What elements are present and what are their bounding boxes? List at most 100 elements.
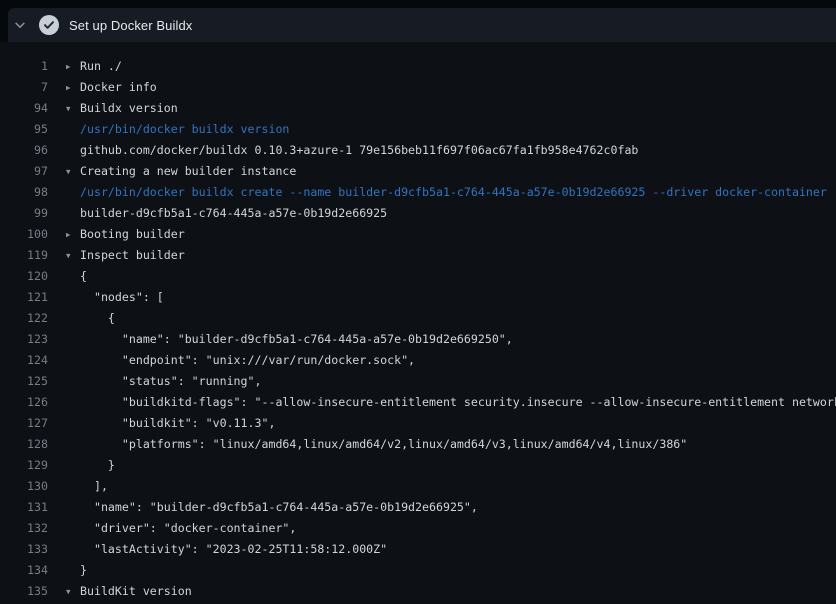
line-content: {	[48, 266, 836, 287]
log-output-row: 124 "endpoint": "unix:///var/run/docker.…	[0, 350, 836, 371]
log-group-row[interactable]: 94▼Buildx version	[0, 98, 836, 119]
command-text: /usr/bin/docker buildx version	[80, 119, 289, 140]
line-number[interactable]: 121	[0, 287, 48, 308]
line-content: "driver": "docker-container",	[48, 518, 836, 539]
group-title: Booting builder	[80, 224, 185, 245]
output-text: {	[80, 308, 115, 329]
line-content: "status": "running",	[48, 371, 836, 392]
output-text: "nodes": [	[80, 287, 164, 308]
output-text: "buildkit": "v0.11.3",	[80, 413, 275, 434]
line-number[interactable]: 130	[0, 476, 48, 497]
log-output-row: 129 }	[0, 455, 836, 476]
line-content: ▶Docker info	[48, 77, 836, 98]
line-content: ▼BuildKit version	[48, 581, 836, 602]
line-content: "nodes": [	[48, 287, 836, 308]
log-output-row: 120{	[0, 266, 836, 287]
line-number[interactable]: 129	[0, 455, 48, 476]
triangle-right-icon[interactable]: ▶	[66, 77, 80, 98]
line-number[interactable]: 126	[0, 392, 48, 413]
triangle-down-icon[interactable]: ▼	[66, 98, 80, 119]
log-output-row: 99 builder-d9cfb5a1-c764-445a-a57e-0b19d2…	[0, 203, 836, 224]
line-content: {	[48, 308, 836, 329]
output-text: ],	[80, 476, 108, 497]
triangle-down-icon[interactable]: ▼	[66, 581, 80, 602]
line-content: "name": "builder-d9cfb5a1-c764-445a-a57e…	[48, 497, 836, 518]
log-output-row: 127 "buildkit": "v0.11.3",	[0, 413, 836, 434]
log-output-row: 96 github.com/docker/buildx 0.10.3+azure-…	[0, 140, 836, 161]
log-output-row: 95/usr/bin/docker buildx version	[0, 119, 836, 140]
triangle-down-icon[interactable]: ▼	[66, 161, 80, 182]
line-content: "name": "builder-d9cfb5a1-c764-445a-a57e…	[48, 329, 836, 350]
output-text: "buildkitd-flags": "--allow-insecure-ent…	[80, 392, 836, 413]
line-number[interactable]: 97	[0, 161, 48, 182]
line-content: }	[48, 455, 836, 476]
log-group-row[interactable]: 1▶Run ./	[0, 56, 836, 77]
log-group-row[interactable]: 97▼Creating a new builder instance	[0, 161, 836, 182]
line-content: ],	[48, 476, 836, 497]
triangle-right-icon[interactable]: ▶	[66, 56, 80, 77]
output-text: "status": "running",	[80, 371, 261, 392]
output-text: "endpoint": "unix:///var/run/docker.sock…	[80, 350, 415, 371]
line-content: builder-d9cfb5a1-c764-445a-a57e-0b19d2e6…	[48, 203, 836, 224]
line-number[interactable]: 135	[0, 581, 48, 602]
line-content: ▶Run ./	[48, 56, 836, 77]
log-output-row: 130 ],	[0, 476, 836, 497]
step-header[interactable]: Set up Docker Buildx	[8, 8, 836, 42]
log-output-row: 126 "buildkitd-flags": "--allow-insecure…	[0, 392, 836, 413]
triangle-down-icon[interactable]: ▼	[66, 245, 80, 266]
line-number[interactable]: 131	[0, 497, 48, 518]
line-number[interactable]: 123	[0, 329, 48, 350]
log-group-row[interactable]: 119 ▼Inspect builder	[0, 245, 836, 266]
log-group-row[interactable]: 7▶Docker info	[0, 77, 836, 98]
log-output-row: 133 "lastActivity": "2023-02-25T11:58:12…	[0, 539, 836, 560]
line-number[interactable]: 132	[0, 518, 48, 539]
output-text: "lastActivity": "2023-02-25T11:58:12.000…	[80, 539, 387, 560]
line-number[interactable]: 127	[0, 413, 48, 434]
output-text: }	[80, 455, 115, 476]
line-number[interactable]: 120	[0, 266, 48, 287]
line-number[interactable]: 100	[0, 224, 48, 245]
line-number[interactable]: 125	[0, 371, 48, 392]
group-title: BuildKit version	[80, 581, 192, 602]
group-title: Inspect builder	[80, 245, 185, 266]
line-content: "buildkitd-flags": "--allow-insecure-ent…	[48, 392, 836, 413]
line-number[interactable]: 134	[0, 560, 48, 581]
step-title: Set up Docker Buildx	[69, 18, 192, 33]
command-text: /usr/bin/docker buildx create --name bui…	[80, 182, 827, 203]
log-output-row: 121 "nodes": [	[0, 287, 836, 308]
line-number[interactable]: 119	[0, 245, 48, 266]
line-number[interactable]: 96	[0, 140, 48, 161]
line-number[interactable]: 95	[0, 119, 48, 140]
log-output-row: 132 "driver": "docker-container",	[0, 518, 836, 539]
line-number[interactable]: 99	[0, 203, 48, 224]
log-group-row[interactable]: 135▼BuildKit version	[0, 581, 836, 602]
output-text: "name": "builder-d9cfb5a1-c764-445a-a57e…	[80, 329, 513, 350]
group-title: Docker info	[80, 77, 157, 98]
line-number[interactable]: 7	[0, 77, 48, 98]
line-content: "platforms": "linux/amd64,linux/amd64/v2…	[48, 434, 836, 455]
output-text: github.com/docker/buildx 0.10.3+azure-1 …	[80, 140, 638, 161]
triangle-right-icon[interactable]: ▶	[66, 224, 80, 245]
line-number[interactable]: 133	[0, 539, 48, 560]
output-text: builder-d9cfb5a1-c764-445a-a57e-0b19d2e6…	[80, 203, 387, 224]
line-number[interactable]: 94	[0, 98, 48, 119]
output-text: }	[80, 560, 87, 581]
line-content: /usr/bin/docker buildx create --name bui…	[48, 182, 836, 203]
log-output-row: 131 "name": "builder-d9cfb5a1-c764-445a-…	[0, 497, 836, 518]
chevron-down-icon[interactable]	[13, 18, 27, 32]
line-number[interactable]: 124	[0, 350, 48, 371]
line-content: github.com/docker/buildx 0.10.3+azure-1 …	[48, 140, 836, 161]
line-content: ▼Creating a new builder instance	[48, 161, 836, 182]
line-content: "lastActivity": "2023-02-25T11:58:12.000…	[48, 539, 836, 560]
line-content: ▶Booting builder	[48, 224, 836, 245]
check-circle-icon	[39, 15, 59, 35]
line-number[interactable]: 122	[0, 308, 48, 329]
line-number[interactable]: 128	[0, 434, 48, 455]
line-number[interactable]: 98	[0, 182, 48, 203]
line-content: }	[48, 560, 836, 581]
line-number[interactable]: 1	[0, 56, 48, 77]
group-title: Run ./	[80, 56, 122, 77]
log-group-row[interactable]: 100▶Booting builder	[0, 224, 836, 245]
output-text: "driver": "docker-container",	[80, 518, 296, 539]
log-output-row: 128 "platforms": "linux/amd64,linux/amd6…	[0, 434, 836, 455]
